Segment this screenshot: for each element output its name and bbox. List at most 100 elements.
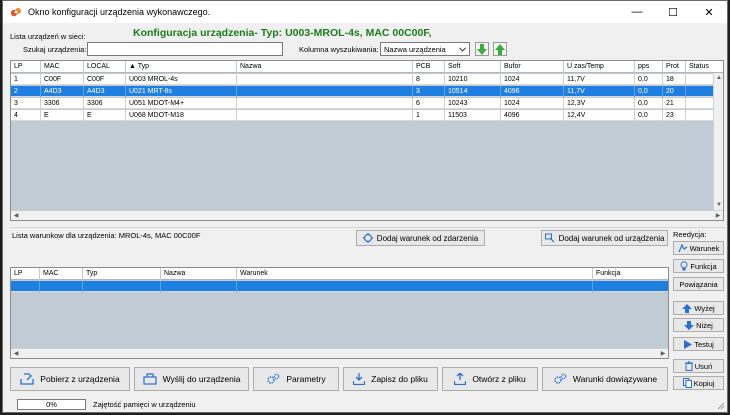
add-condition-from-device-button[interactable]: Dodaj warunek od urządzenia xyxy=(541,230,668,246)
col-header-local[interactable]: LOCAL xyxy=(84,61,126,73)
col-header-typ[interactable]: Typ xyxy=(83,268,161,280)
cell xyxy=(83,281,161,292)
arrow-down-icon xyxy=(684,320,695,330)
resize-grip-icon[interactable] xyxy=(717,402,725,410)
add-condition-from-event-label: Dodaj warunek od zdarzenia xyxy=(376,233,479,243)
cell xyxy=(686,110,715,121)
edit-function-button[interactable]: Funkcja xyxy=(673,259,724,273)
parameters-button[interactable]: Parametry xyxy=(253,367,339,391)
download-icon xyxy=(20,373,34,385)
col-header-lp[interactable]: LP xyxy=(11,61,41,73)
cell: 8 xyxy=(413,74,445,85)
search-label: Szukaj urządzenia: xyxy=(23,45,87,54)
col-header-mac[interactable]: MAC xyxy=(40,268,83,280)
col-header-typ[interactable]: ▲ Typ xyxy=(126,61,237,73)
cell: 12,3V xyxy=(564,98,635,109)
cell: 3 xyxy=(413,86,445,97)
cell: 4096 xyxy=(501,110,564,121)
edit-condition-button[interactable]: Warunek xyxy=(673,241,724,255)
save-icon xyxy=(353,373,366,385)
cell: 3306 xyxy=(41,98,84,109)
device-list-label: Lista urządzeń w sieci: xyxy=(10,32,86,41)
move-up-button[interactable]: Wyżej xyxy=(673,301,724,315)
cell: E xyxy=(41,110,84,121)
cell: U021 MRT-8s xyxy=(126,86,237,97)
col-header-nazwa[interactable]: Nazwa xyxy=(237,61,413,73)
cell xyxy=(161,281,237,292)
edit-condition-label: Warunek xyxy=(689,243,720,253)
col-header-pps[interactable]: pps xyxy=(635,61,663,73)
search-column-select[interactable]: Nazwa urządzenia xyxy=(380,42,470,56)
conditions-label: Lista warunkow dla urządzenia: MROL-4s, … xyxy=(12,231,201,240)
col-header-lp[interactable]: LP xyxy=(11,268,40,280)
relations-button[interactable]: Powiązania xyxy=(673,277,724,291)
search-input[interactable] xyxy=(87,42,283,56)
cell xyxy=(237,281,593,292)
gears-icon xyxy=(553,373,567,385)
cell: 10514 xyxy=(445,86,501,97)
scroll-left-arrow[interactable]: ◀ xyxy=(11,211,21,220)
conditions-table[interactable]: LP MAC Typ Nazwa Warunek Funkcja ◀ ▶ xyxy=(10,267,669,359)
col-header-warunek[interactable]: Warunek xyxy=(237,268,593,280)
cell: 11,7V xyxy=(564,74,635,85)
table-row-selected[interactable]: 2 A4D3 A4D3 U021 MRT-8s 3 10514 4096 11,… xyxy=(11,86,713,97)
scroll-down-arrow[interactable]: ▼ xyxy=(714,200,723,210)
cell xyxy=(11,281,40,292)
cell: 1024 xyxy=(501,98,564,109)
download-from-device-label: Pobierz z urządzenia xyxy=(40,374,120,384)
device-table[interactable]: LP MAC LOCAL ▲ Typ Nazwa PCB Soft Bufor … xyxy=(10,60,724,221)
title-bar[interactable]: Okno konfiguracji urządzenia wykonawczeg… xyxy=(3,1,727,23)
col-header-uzas[interactable]: U zas/Temp xyxy=(564,61,635,73)
save-to-file-button[interactable]: Zapisz do pliku xyxy=(343,367,438,391)
cell: 0,0 xyxy=(635,98,663,109)
device-table-vscroll[interactable]: ▲ ▼ xyxy=(713,73,723,210)
col-header-mac[interactable]: MAC xyxy=(41,61,84,73)
col-header-soft[interactable]: Soft xyxy=(445,61,501,73)
cell xyxy=(237,110,413,121)
add-condition-from-event-button[interactable]: Dodaj warunek od zdarzenia xyxy=(356,230,485,246)
cell: E xyxy=(84,110,126,121)
table-row-selected[interactable] xyxy=(11,281,668,292)
table-row[interactable]: 1 C00F C00F U003 MROL-4s 8 10210 1024 11… xyxy=(11,74,713,85)
col-header-pcb[interactable]: PCB xyxy=(413,61,445,73)
col-header-nazwa[interactable]: Nazwa xyxy=(161,268,237,280)
download-from-device-button[interactable]: Pobierz z urządzenia xyxy=(10,367,130,391)
col-header-prot[interactable]: Prot xyxy=(663,61,686,73)
scroll-up-arrow[interactable]: ▲ xyxy=(714,73,723,83)
col-header-status[interactable]: Status xyxy=(686,61,723,73)
device-link-icon xyxy=(544,233,555,243)
table-row[interactable]: 4 E E U068 MDOT-M18 1 11503 4096 12,4V 0… xyxy=(11,110,713,121)
cell: 18 xyxy=(663,74,686,85)
conditions-table-hscroll[interactable]: ◀ ▶ xyxy=(11,348,668,358)
cell: 0,0 xyxy=(635,86,663,97)
scroll-left-arrow[interactable]: ◀ xyxy=(11,349,21,358)
send-to-device-button[interactable]: Wyślij do urządzenia xyxy=(134,367,249,391)
search-down-button[interactable] xyxy=(475,42,489,56)
col-header-bufor[interactable]: Bufor xyxy=(501,61,564,73)
cell: 11,7V xyxy=(564,86,635,97)
cell: 1 xyxy=(11,74,41,85)
device-table-header: LP MAC LOCAL ▲ Typ Nazwa PCB Soft Bufor … xyxy=(11,61,723,73)
scroll-right-arrow[interactable]: ▶ xyxy=(658,349,668,358)
cell xyxy=(686,98,715,109)
cell: A4D3 xyxy=(41,86,84,97)
scroll-right-arrow[interactable]: ▶ xyxy=(713,211,723,220)
arrow-up-icon xyxy=(682,303,693,313)
search-column-value: Nazwa urządzenia xyxy=(384,44,446,54)
cell: 2 xyxy=(11,86,41,97)
move-down-button[interactable]: Niżej xyxy=(673,318,724,332)
col-header-funkcja[interactable]: Funkcja xyxy=(593,268,668,280)
minimize-button[interactable]: — xyxy=(619,1,655,23)
open-from-file-button[interactable]: Otwórz z pliku xyxy=(442,367,538,391)
search-up-button[interactable] xyxy=(493,42,507,56)
maximize-button[interactable]: ☐ xyxy=(655,1,691,23)
table-row[interactable]: 3 3306 3306 U051 MDOT-M4+ 6 10243 1024 1… xyxy=(11,98,713,109)
delete-button[interactable]: Usuń xyxy=(673,359,724,373)
test-button[interactable]: Testuj xyxy=(673,337,724,351)
delete-label: Usuń xyxy=(694,361,713,371)
copy-button[interactable]: Kopiuj xyxy=(673,376,724,390)
close-button[interactable]: ✕ xyxy=(691,1,727,23)
bound-conditions-button[interactable]: Warunki dowiązywane xyxy=(542,367,668,391)
memory-usage-label: Zajętość pamięci w urządzeniu xyxy=(93,400,196,409)
device-table-hscroll[interactable]: ◀ ▶ xyxy=(11,210,723,220)
